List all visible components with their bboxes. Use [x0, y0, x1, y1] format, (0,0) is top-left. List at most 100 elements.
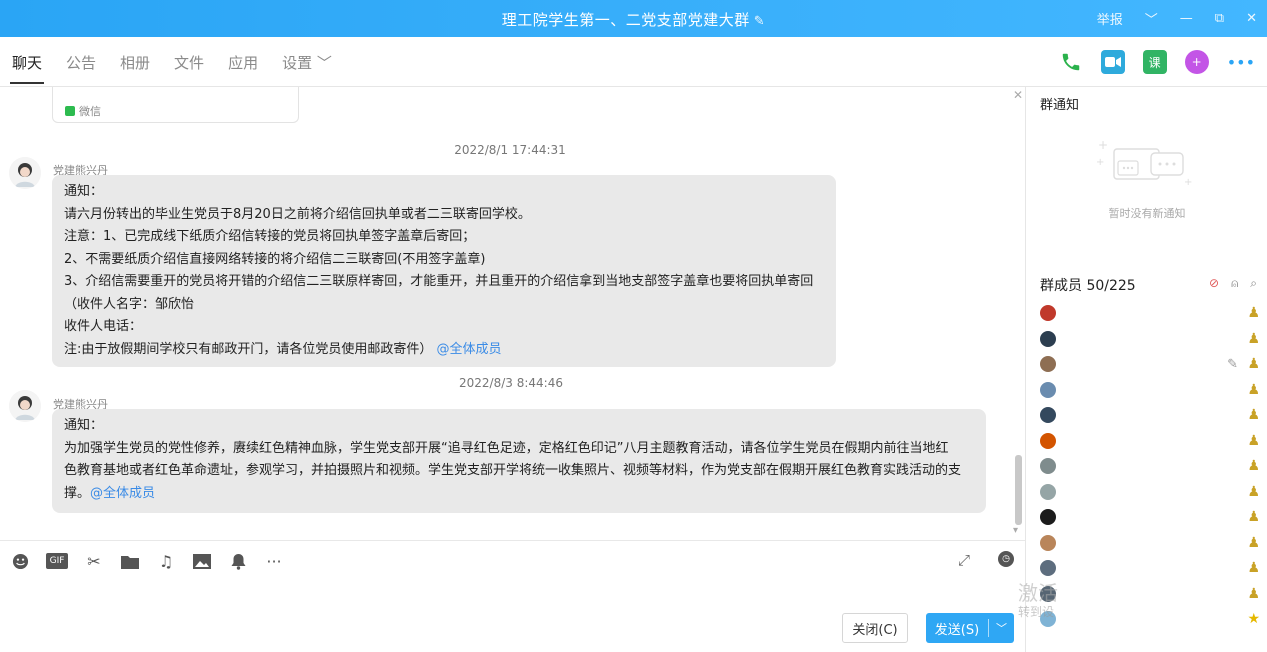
member-avatar[interactable] — [1040, 330, 1056, 347]
tab-settings[interactable]: 设置 ﹀ — [282, 52, 332, 73]
add-member-icon[interactable]: ⍝ — [1231, 276, 1238, 291]
member-role-icon: ♟ — [1247, 483, 1260, 500]
window-title: 理工院学生第一、二党支部党建大群 ✎ — [0, 9, 1267, 30]
member-avatar[interactable] — [1040, 534, 1056, 551]
message-line: 撑。@全体成员 — [64, 483, 974, 506]
message-line: （收件人名字：邹欣怡 — [64, 296, 195, 312]
member-avatar[interactable] — [1040, 432, 1056, 449]
more-icon[interactable]: ••• — [1227, 53, 1255, 72]
message-bubble[interactable]: 通知： 请六月份转出的毕业生党员于8月20日之前将介绍信回执单或者二三联寄回学校… — [52, 175, 836, 367]
video-call-icon[interactable] — [1100, 50, 1125, 74]
message-line: 注意：1、已完成线下纸质介绍信转接的党员将回执单签字盖章后寄回； — [64, 229, 476, 244]
edit-icon[interactable]: ✎ — [1227, 357, 1238, 372]
member-row[interactable]: ♟ — [1040, 381, 1260, 404]
member-role-icon: ♟ — [1247, 509, 1260, 525]
group-name: 理工院学生第一、二党支部党建大群 — [501, 11, 750, 29]
folder-icon[interactable] — [120, 551, 140, 571]
message-line: 3、介绍信需要重开的党员将开错的介绍信二三联原样寄回，才能重开，并且重开的介绍信… — [64, 274, 814, 289]
message-timestamp: 2022/8/1 17:44:31 — [454, 143, 566, 157]
mention-all[interactable]: @全体成员 — [437, 342, 502, 357]
report-button[interactable]: 举报 — [1097, 9, 1123, 28]
search-icon[interactable]: ⌕ — [1250, 276, 1257, 291]
card-source-label: 微信 — [79, 105, 101, 118]
message-line: 请六月份转出的毕业生党员于8月20日之前将介绍信回执单或者二三联寄回学校。 — [64, 206, 531, 222]
card-source: 微信 — [65, 103, 101, 119]
member-row[interactable]: ✎ ♟ — [1040, 356, 1260, 378]
send-button[interactable]: 发送(S) ﹀ — [926, 613, 1014, 643]
avatar[interactable] — [9, 390, 41, 422]
close-button[interactable]: 关闭(C) — [842, 613, 908, 643]
class-icon[interactable]: 课 — [1142, 50, 1167, 74]
svg-text:+: + — [1098, 138, 1108, 152]
message-line: 为加强学生党员的党性修养，赓续红色精神血脉，学生党支部开展“追寻红色足迹，定格红… — [64, 440, 949, 456]
member-avatar[interactable] — [1040, 356, 1056, 372]
history-icon[interactable]: ◷ — [998, 551, 1014, 567]
message-line: 2、不需要纸质介绍信直接网络转接的将介绍信二三联寄回(不用签字盖章) — [64, 251, 486, 267]
empty-notice-text: 暂时没有新通知 — [1108, 207, 1186, 220]
tab-apps[interactable]: 应用 — [228, 52, 258, 73]
message-bubble[interactable]: 通知： 为加强学生党员的党性修养，赓续红色精神血脉，学生党支部开展“追寻红色足迹… — [52, 409, 986, 513]
tab-chat[interactable]: 聊天 — [9, 52, 45, 84]
member-row[interactable]: ♟ — [1040, 432, 1260, 455]
tab-announcements[interactable]: 公告 — [66, 52, 96, 73]
member-avatar[interactable] — [1040, 407, 1056, 423]
member-manage-icon[interactable]: ⊘ — [1209, 276, 1219, 291]
scissors-icon[interactable]: ✂ — [84, 551, 104, 571]
owner-star-icon: ★ — [1247, 611, 1260, 627]
member-row[interactable]: ♟ — [1040, 483, 1260, 506]
phone-call-icon[interactable] — [1059, 50, 1083, 74]
member-role-icon: ♟ — [1247, 560, 1260, 576]
send-label[interactable]: 发送(S) — [926, 619, 988, 638]
svg-text:+: + — [1184, 177, 1192, 188]
watermark: 转到设 — [1018, 605, 1055, 619]
member-avatar[interactable] — [1040, 458, 1056, 474]
member-avatar[interactable] — [1040, 509, 1056, 525]
dropdown-icon[interactable]: ﹀ — [1145, 9, 1158, 28]
minimize-button[interactable]: — — [1180, 11, 1193, 26]
shared-card[interactable]: 微信 — [52, 87, 299, 123]
member-role-icon: ♟ — [1247, 407, 1260, 423]
member-row[interactable]: ♟ — [1040, 509, 1260, 531]
member-row[interactable]: ♟ — [1040, 585, 1260, 608]
member-row[interactable]: ♟ — [1040, 330, 1260, 353]
scroll-down-icon[interactable]: ▾ — [1013, 525, 1018, 536]
more-icon[interactable]: ··· — [264, 551, 284, 571]
avatar[interactable] — [9, 157, 41, 189]
chat-history[interactable]: 微信 2022/8/1 17:44:31 党建熊兴丹 通知： 请六月份转出的毕业… — [0, 87, 1025, 540]
edit-title-icon[interactable]: ✎ — [754, 14, 765, 29]
member-row[interactable]: ♟ — [1040, 534, 1260, 557]
close-window-button[interactable]: ✕ — [1246, 11, 1257, 26]
mention-all[interactable]: @全体成员 — [90, 486, 155, 501]
member-avatar[interactable] — [1040, 381, 1056, 398]
music-icon[interactable]: ♫ — [156, 551, 176, 571]
member-role-icon: ♟ — [1247, 585, 1260, 602]
member-row[interactable]: ★ — [1040, 611, 1260, 633]
tab-album[interactable]: 相册 — [120, 52, 150, 73]
member-role-icon: ♟ — [1247, 458, 1260, 474]
member-avatar[interactable] — [1040, 560, 1056, 576]
member-role-icon: ♟ — [1247, 330, 1260, 347]
emoji-icon[interactable] — [10, 551, 30, 571]
gif-icon[interactable]: GIF — [46, 553, 68, 569]
member-avatar[interactable] — [1040, 305, 1056, 321]
member-avatar[interactable] — [1040, 483, 1056, 500]
message-timestamp: 2022/8/3 8:44:46 — [459, 376, 563, 390]
send-options-icon[interactable]: ﹀ — [989, 620, 1014, 636]
message-line: 色教育基地或者红色革命遗址，参观学习，并拍摄照片和视频。学生党支部开学将统一收集… — [64, 463, 962, 478]
message-input-area[interactable]: GIF ✂ ♫ ··· ⤢ ◷ 关闭(C) 发送(S) ﹀ — [0, 540, 1025, 652]
restore-button[interactable]: ⧉ — [1215, 11, 1224, 26]
scrollbar-thumb[interactable] — [1015, 455, 1022, 525]
tab-files[interactable]: 文件 — [174, 52, 204, 73]
member-row[interactable]: ♟ — [1040, 560, 1260, 582]
image-icon[interactable] — [192, 551, 212, 571]
member-row[interactable]: ♟ — [1040, 305, 1260, 327]
add-app-icon[interactable]: + — [1184, 50, 1209, 74]
bell-icon[interactable] — [228, 551, 248, 571]
expand-icon[interactable]: ⤢ — [958, 551, 970, 569]
message-line: 通知： — [64, 184, 104, 199]
member-row[interactable]: ♟ — [1040, 407, 1260, 429]
message-line: 注:由于放假期间学校只有邮政开门，请各位党员使用邮政寄件） @全体成员 — [64, 339, 824, 362]
members-title: 群成员 50/225 — [1040, 278, 1136, 294]
window-controls: 举报 ﹀ — ⧉ ✕ — [1097, 9, 1257, 28]
member-row[interactable]: ♟ — [1040, 458, 1260, 480]
